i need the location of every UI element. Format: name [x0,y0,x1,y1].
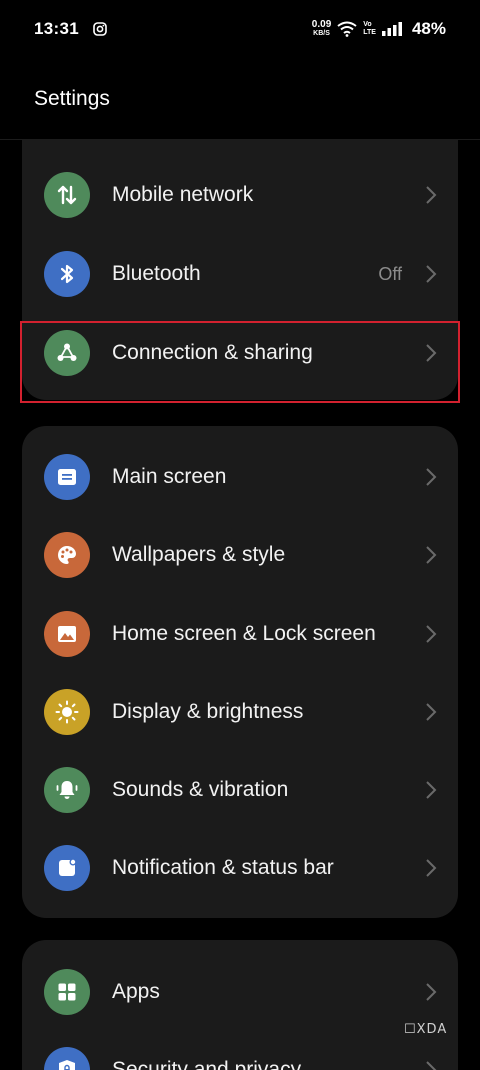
app-header: Settings [0,58,480,140]
sun-icon [44,689,90,735]
chevron-right-icon [426,546,437,564]
settings-item-label: Wallpapers & style [112,543,286,566]
settings-item-label: Main screen [112,465,227,488]
settings-item-connection-sharing[interactable]: Connection & sharing [22,314,458,392]
main-screen-icon [44,454,90,500]
settings-item-label: Apps [112,980,160,1003]
volte-top: Vo [363,21,372,28]
image-icon [44,611,90,657]
settings-group-apps-security: Apps Security and privacy [22,940,458,1070]
battery-level: 48% [411,19,446,38]
settings-group-personalization: Main screen Wallpapers & style Home scre… [22,426,458,918]
settings-item-main-screen[interactable]: Main screen [22,438,458,516]
network-speed-unit: KB/S [313,30,330,37]
settings-item-label: Home screen & Lock screen [112,622,376,645]
notification-icon [44,845,90,891]
chevron-right-icon [426,703,437,721]
volte-bottom: LTE [363,29,376,36]
settings-item-label: Security and privacy [112,1058,302,1070]
network-speed-value: 0.09 [311,19,332,30]
bluetooth-status: Off [378,263,402,284]
settings-item-apps[interactable]: Apps [22,953,458,1031]
chevron-right-icon [426,344,437,362]
apps-grid-icon [44,969,90,1015]
settings-item-label: Notification & status bar [112,856,334,879]
share-connection-icon [44,330,90,376]
settings-item-sounds-vibration[interactable]: Sounds & vibration [22,751,458,829]
shield-lock-icon [44,1047,90,1070]
chevron-right-icon [426,1061,437,1070]
settings-item-label: Connection & sharing [112,341,313,364]
network-speed: 0.09 KB/S [312,20,331,38]
volte-indicator: Vo LTE [363,21,376,37]
wifi-icon [337,21,357,37]
settings-item-label: Display & brightness [112,700,304,723]
chevron-right-icon [426,265,437,283]
settings-group-connectivity: Mobile network Bluetooth Off Connection … [22,120,458,400]
instagram-icon [93,22,107,36]
settings-item-security-privacy[interactable]: Security and privacy [22,1031,458,1070]
bluetooth-icon [44,251,90,297]
settings-screen: 13:31 0.09 KB/S Vo LTE 48% Mobile networ… [0,0,480,1070]
page-title: Settings [34,86,110,110]
settings-item-display-brightness[interactable]: Display & brightness [22,673,458,751]
bell-icon [44,767,90,813]
settings-item-label: Sounds & vibration [112,778,289,801]
settings-item-notification-status-bar[interactable]: Notification & status bar [22,829,458,907]
chevron-right-icon [426,859,437,877]
chevron-right-icon [426,781,437,799]
settings-item-wallpapers-style[interactable]: Wallpapers & style [22,516,458,594]
signal-icon [381,22,402,36]
settings-item-mobile-network[interactable]: Mobile network [22,156,458,234]
chevron-right-icon [426,983,437,1001]
status-time: 13:31 [34,19,79,38]
chevron-right-icon [426,468,437,486]
watermark: ☐XDA [404,1022,448,1037]
settings-item-label: Bluetooth [112,262,201,285]
chevron-right-icon [426,186,437,204]
settings-item-label: Mobile network [112,183,254,206]
palette-icon [44,532,90,578]
settings-item-home-lock-screen[interactable]: Home screen & Lock screen [22,595,458,673]
status-bar: 13:31 0.09 KB/S Vo LTE 48% [0,0,480,58]
mobile-data-icon [44,172,90,218]
status-indicators: 0.09 KB/S Vo LTE 48% [312,19,446,39]
chevron-right-icon [426,625,437,643]
settings-item-bluetooth[interactable]: Bluetooth Off [22,235,458,313]
